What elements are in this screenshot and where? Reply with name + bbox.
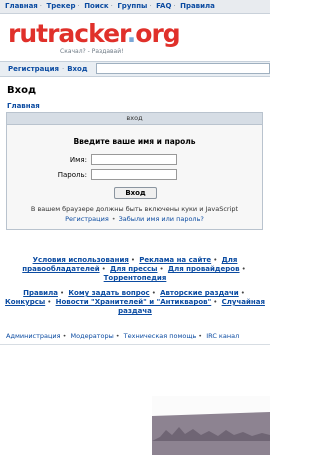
register-link-box[interactable]: Регистрация: [65, 215, 109, 223]
footer-link-ads[interactable]: Реклама на сайте: [139, 256, 211, 264]
site-logo[interactable]: rutracker.org Скачал? - Раздавай!: [8, 20, 181, 58]
bottom-link-admin[interactable]: Администрация: [6, 332, 61, 340]
cookie-notice: В вашем браузере должны быть включены ку…: [30, 205, 239, 213]
nav-link-tracker[interactable]: Трекер: [46, 2, 75, 10]
auth-bar: Регистрация · Вход: [0, 61, 270, 77]
nav-link-home[interactable]: Главная: [5, 2, 38, 10]
username-label: Имя:: [69, 156, 87, 164]
footer-link-terms[interactable]: Условия использования: [33, 256, 129, 264]
footer-link-providers[interactable]: Для провайдеров: [168, 265, 240, 273]
search-input[interactable]: [96, 63, 270, 74]
logo-ru: ru: [8, 19, 37, 48]
footer-link-press[interactable]: Для прессы: [110, 265, 158, 273]
logo-wordmark: rutracker.org: [8, 19, 181, 48]
footer-link-torrentopedia[interactable]: Торрентопедия: [104, 274, 167, 282]
footer-link-keepers-news[interactable]: Новости "Хранителей" и "Антикваров": [56, 298, 212, 306]
auth-links: Регистрация · Вход: [8, 65, 88, 73]
top-nav-links: Главная · Трекер · Поиск · Группы · FAQ · Пра…: [5, 2, 215, 10]
forgot-password-link[interactable]: Забыли имя или пароль?: [119, 215, 204, 223]
nav-link-search[interactable]: Поиск: [84, 2, 108, 10]
login-prompt: Введите ваше имя и пароль: [73, 137, 196, 146]
footer-link-rules[interactable]: Правила: [23, 289, 58, 297]
logo-tracker: tracker: [36, 19, 128, 48]
bottom-link-moderators[interactable]: Модераторы: [71, 332, 114, 340]
footer-links-group-1: Условия использования • Реклама на сайте •…: [22, 256, 246, 282]
logo-tagline: Скачал? - Раздавай!: [60, 48, 124, 55]
nav-link-faq[interactable]: FAQ: [156, 2, 171, 10]
login-link[interactable]: Вход: [67, 65, 87, 73]
promo-image-graphic: [152, 396, 270, 455]
footer-link-ask[interactable]: Кому задать вопрос: [68, 289, 149, 297]
footer-link-author-releases[interactable]: Авторские раздачи: [160, 289, 239, 297]
promo-image: [152, 396, 270, 455]
breadcrumb-home[interactable]: Главная: [7, 102, 40, 110]
register-link[interactable]: Регистрация: [8, 65, 59, 73]
login-help-links: Регистрация • Забыли имя или пароль?: [65, 215, 204, 223]
login-form: вход Введите ваше имя и пароль Имя: Паро…: [6, 112, 263, 230]
bottom-link-support[interactable]: Техническая помощь: [124, 332, 197, 340]
password-label: Пароль:: [57, 171, 87, 179]
footer-links-group-2: Правила • Кому задать вопрос • Авторские р…: [5, 289, 265, 315]
logo-org: org: [135, 19, 180, 48]
bottom-links: Администрация • Модераторы • Техническая п…: [6, 332, 240, 340]
login-submit-button[interactable]: Вход: [114, 187, 157, 199]
nav-link-groups[interactable]: Группы: [117, 2, 147, 10]
bottom-link-irc[interactable]: IRC канал: [206, 332, 239, 340]
footer-link-contests[interactable]: Конкурсы: [5, 298, 45, 306]
password-field[interactable]: [91, 169, 177, 180]
login-form-header: вход: [7, 113, 262, 125]
footer-divider: [0, 344, 270, 345]
nav-link-rules[interactable]: Правила: [180, 2, 215, 10]
username-field[interactable]: [91, 154, 177, 165]
footer-links: Условия использования • Реклама на сайте •…: [4, 256, 266, 322]
page-title: Вход: [7, 85, 37, 96]
top-navigation: Главная · Трекер · Поиск · Группы · FAQ · Пра…: [0, 0, 270, 14]
